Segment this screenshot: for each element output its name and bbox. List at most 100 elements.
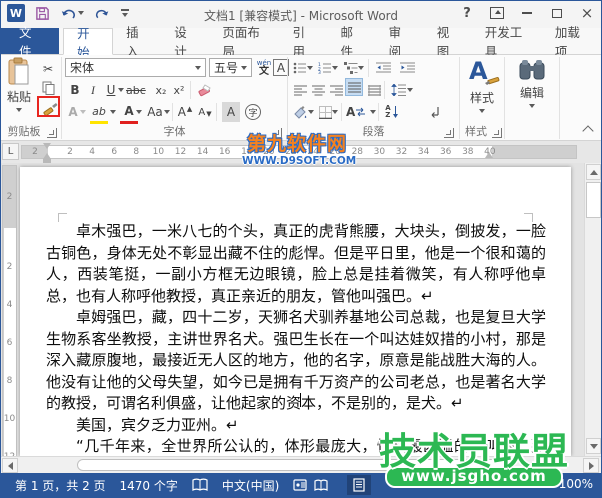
- superscript-button[interactable]: x²: [170, 80, 188, 100]
- vertical-ruler[interactable]: 2 24681012: [2, 165, 17, 456]
- ribbon-tab-5[interactable]: 邮件: [328, 25, 376, 59]
- proofing-icon[interactable]: [192, 478, 208, 492]
- font-size-combo[interactable]: 五号: [209, 58, 252, 77]
- shading-icon[interactable]: [291, 102, 309, 122]
- ribbon-tab-3[interactable]: 页面布局: [209, 25, 279, 59]
- d9soft-watermark: 第九软件网 WWW.D9SOFT.COM: [242, 133, 356, 167]
- hruler-number: 8: [133, 147, 140, 157]
- vruler-number: 10: [3, 414, 16, 424]
- cut-icon[interactable]: ✂: [39, 59, 57, 79]
- grow-font-button[interactable]: A ▲: [176, 102, 194, 122]
- change-case-button[interactable]: Aa: [146, 102, 164, 122]
- show-marks-icon[interactable]: [426, 102, 444, 122]
- word-count[interactable]: 1470 个字: [120, 477, 178, 494]
- ribbon-display-options-icon[interactable]: [487, 4, 507, 22]
- document-text[interactable]: 卓木强巴，一米八七的个头，真正的虎背熊腰，大块头，倒披发，一脸古铜色，身体无处不…: [46, 221, 546, 456]
- align-left-icon[interactable]: [291, 80, 309, 100]
- editing-button[interactable]: 编辑: [513, 59, 551, 108]
- paste-label: 粘贴: [7, 90, 32, 104]
- minimize-button[interactable]: [517, 4, 537, 22]
- sort-icon[interactable]: AZ: [383, 102, 401, 122]
- justify-icon[interactable]: [345, 78, 363, 96]
- tab-file[interactable]: 文件: [1, 25, 60, 59]
- styles-button-label: 样式: [469, 91, 494, 105]
- scroll-down-button[interactable]: [586, 438, 601, 454]
- font-name-combo[interactable]: 宋体: [65, 58, 206, 77]
- phonetic-guide-icon[interactable]: wén 文: [255, 58, 273, 78]
- bold-button[interactable]: B: [66, 80, 84, 100]
- collapse-ribbon-icon[interactable]: [579, 121, 597, 141]
- ribbon-tab-2[interactable]: 设计: [161, 25, 209, 59]
- italic-button[interactable]: I: [84, 80, 102, 100]
- hruler-number: 30: [373, 147, 386, 157]
- increase-indent-icon[interactable]: [398, 58, 416, 78]
- underline-dropdown-icon[interactable]: [118, 88, 124, 92]
- clipboard-group: 粘贴 ✂ 剪贴板: [1, 55, 61, 141]
- styles-dialog-launcher[interactable]: [492, 128, 502, 138]
- distribute-icon[interactable]: [365, 80, 383, 100]
- asian-layout-icon[interactable]: A: [346, 102, 366, 122]
- macro-record-icon[interactable]: [293, 479, 307, 491]
- styles-button[interactable]: A 样式: [464, 57, 500, 113]
- help-icon[interactable]: ?: [457, 4, 477, 22]
- highlight-color-icon[interactable]: ab: [90, 101, 108, 121]
- decrease-indent-icon[interactable]: [374, 58, 392, 78]
- hruler-number: 16: [218, 147, 231, 157]
- clear-formatting-icon[interactable]: [195, 80, 213, 100]
- document-page[interactable]: 卓木强巴，一米八七的个头，真正的虎背熊腰，大块头，倒披发，一脸古铜色，身体无处不…: [20, 167, 571, 456]
- enclose-character-icon[interactable]: 字: [244, 102, 262, 122]
- highlight-dropdown-icon[interactable]: [110, 110, 116, 114]
- read-mode-button[interactable]: [309, 475, 333, 495]
- change-case-dropdown-icon[interactable]: [164, 110, 170, 114]
- document-area: 2 24681012 卓木强巴，一米八七的个头，真正的虎背熊腰，大块头，倒披发，…: [1, 163, 601, 456]
- line-spacing-icon[interactable]: [389, 80, 407, 100]
- page-indicator[interactable]: 第 1 页，共 2 页: [15, 477, 106, 494]
- document-paragraph: 卓姆强巴，藏，四十二岁，天狮名犬驯养基地公司总裁，也是复旦大学生物系客坐教授，主…: [46, 308, 546, 412]
- shrink-font-button[interactable]: A ▼: [196, 102, 214, 122]
- view-buttons: [309, 475, 371, 495]
- vruler-number: 6: [6, 338, 13, 348]
- ribbon-tab-6[interactable]: 审阅: [376, 25, 424, 59]
- copy-icon[interactable]: [39, 78, 57, 98]
- align-center-icon[interactable]: [309, 80, 327, 100]
- language-indicator[interactable]: 中文(中国): [222, 477, 279, 494]
- d9soft-watermark-title: 第九软件网: [246, 133, 347, 155]
- align-right-icon[interactable]: [327, 80, 345, 100]
- ribbon-tab-7[interactable]: 视图: [424, 25, 472, 59]
- font-name-value: 宋体: [70, 61, 95, 75]
- ribbon-tab-8[interactable]: 开发工具: [472, 25, 542, 59]
- scroll-right-button[interactable]: [583, 458, 599, 473]
- character-shading-icon[interactable]: A: [222, 102, 240, 122]
- tab-selector[interactable]: L: [2, 143, 19, 160]
- ribbon-tab-1[interactable]: 插入: [113, 25, 161, 59]
- hruler-number: 4: [89, 147, 95, 157]
- close-button[interactable]: ×: [577, 4, 597, 22]
- vertical-scrollbar[interactable]: [584, 163, 601, 456]
- clipboard-dialog-launcher[interactable]: [47, 128, 57, 138]
- paragraph-dialog-launcher[interactable]: [444, 128, 454, 138]
- font-size-value: 五号: [214, 61, 239, 75]
- font-color-dropdown-icon[interactable]: [136, 110, 142, 114]
- styles-group-label: 样式: [465, 125, 487, 138]
- hruler-number: 14: [196, 147, 209, 157]
- font-group: 宋体 五号 wén 文 A B I U abc x₂ x² A ab A Aa …: [62, 55, 289, 141]
- ribbon-tab-0[interactable]: 开始: [63, 26, 114, 60]
- vruler-number: 8: [6, 376, 13, 386]
- hruler-number: 10: [152, 147, 165, 157]
- scroll-up-button[interactable]: [586, 164, 601, 180]
- hruler-number: 34: [417, 147, 430, 157]
- window-controls: ? ×: [457, 4, 597, 22]
- ribbon-tab-4[interactable]: 引用: [279, 25, 327, 59]
- find-binoculars-icon: [519, 60, 545, 80]
- ribbon-tab-9[interactable]: 加载项: [542, 25, 601, 59]
- subscript-button[interactable]: x₂: [152, 80, 170, 100]
- strikethrough-button[interactable]: abc: [126, 80, 146, 100]
- right-indent-marker[interactable]: [485, 152, 493, 158]
- scroll-left-button[interactable]: [2, 458, 18, 473]
- vertical-scroll-thumb[interactable]: [586, 182, 601, 218]
- word-window: W 文档1 [兼容模式] - Microsoft Word ? × 文件 开始 …: [0, 0, 602, 498]
- first-line-indent-marker[interactable]: [43, 143, 51, 149]
- print-layout-button[interactable]: [347, 475, 371, 495]
- restore-button[interactable]: [547, 4, 567, 22]
- paste-button[interactable]: 粘贴: [7, 57, 31, 112]
